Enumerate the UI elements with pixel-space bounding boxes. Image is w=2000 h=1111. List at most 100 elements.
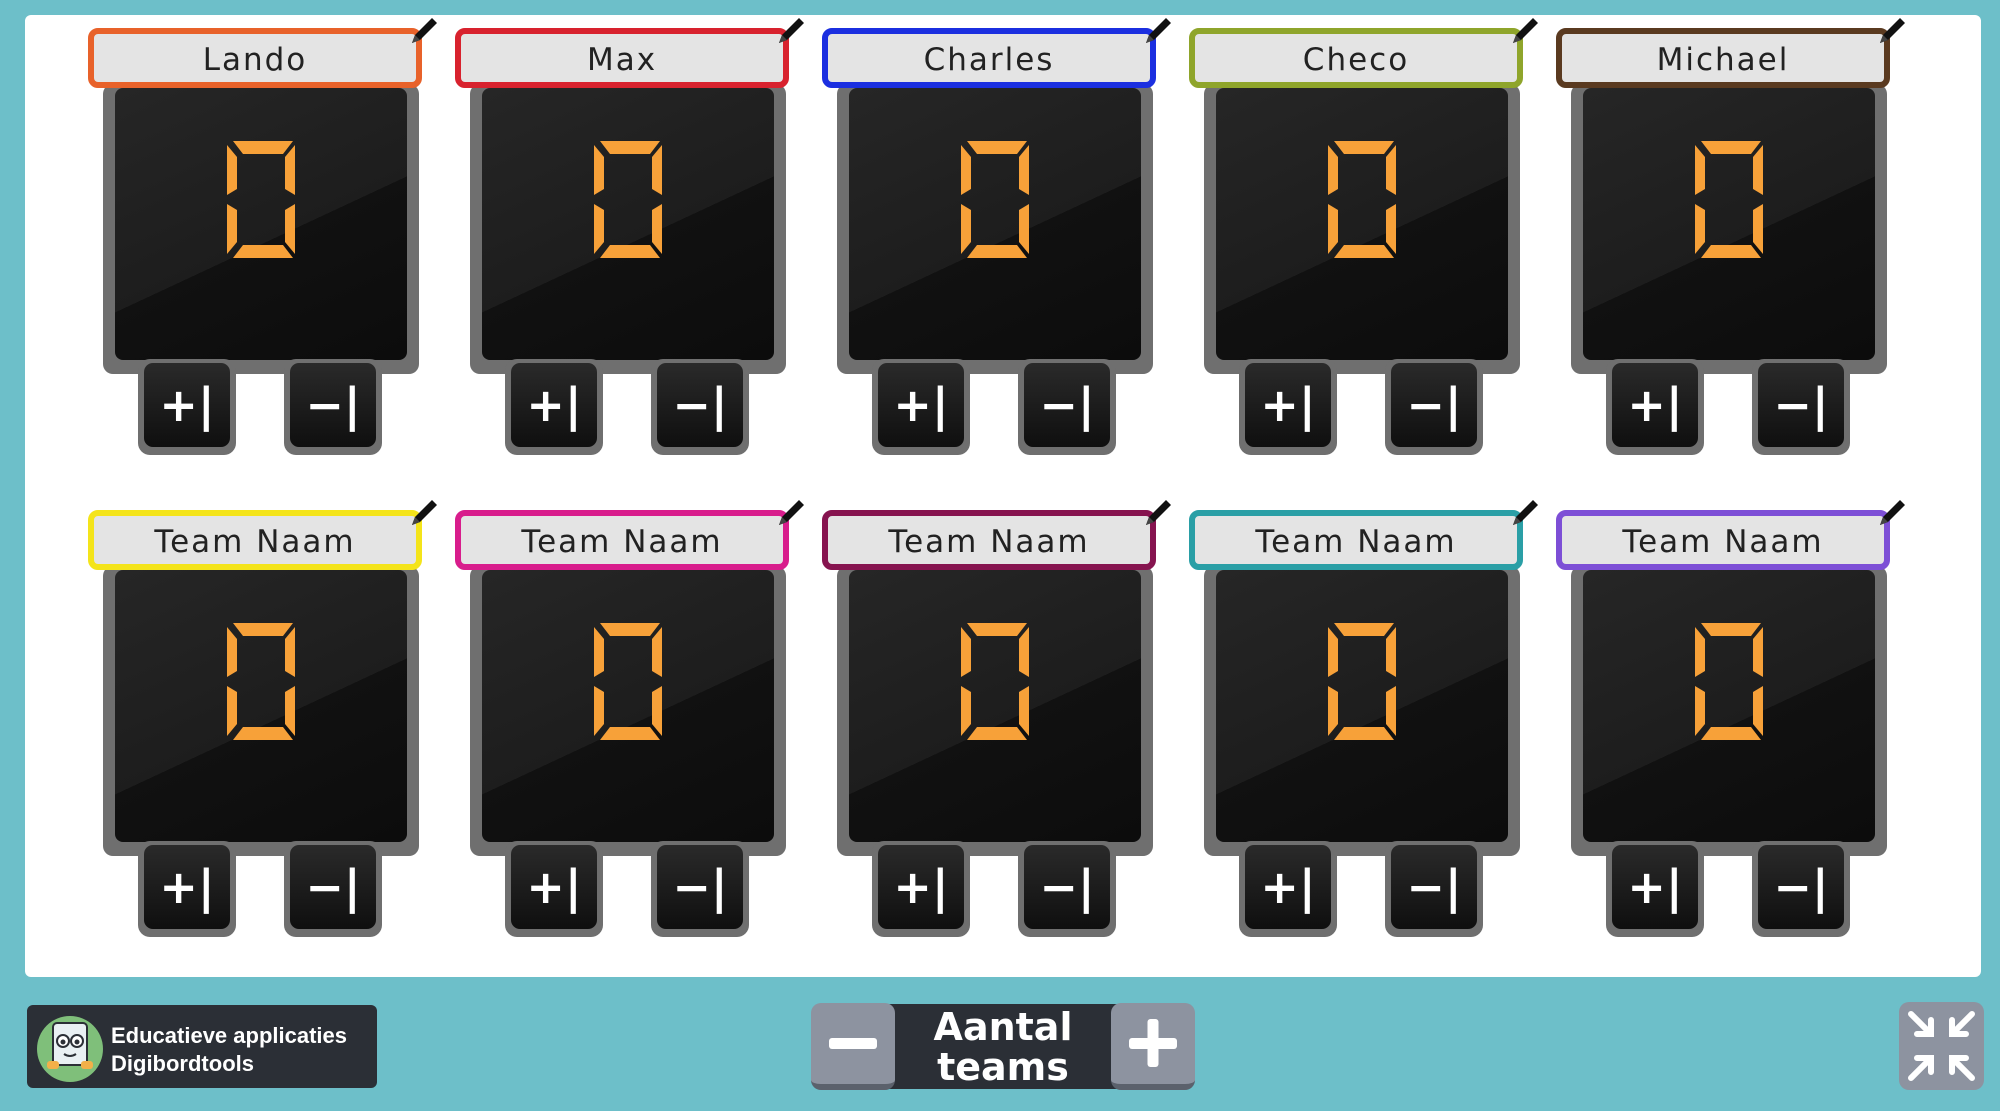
digit-segment-e bbox=[594, 204, 604, 254]
score-display bbox=[1571, 84, 1887, 374]
digit-segment-c bbox=[1019, 686, 1029, 736]
digit-segment-b bbox=[285, 145, 295, 195]
digit-segment-b bbox=[1386, 627, 1396, 677]
pencil-icon[interactable] bbox=[1140, 497, 1174, 531]
score-digit bbox=[1328, 141, 1396, 258]
digit-segment-d bbox=[967, 727, 1027, 740]
digit-segment-c bbox=[1753, 204, 1763, 254]
brand-badge[interactable]: Educatieve applicaties Digibordtools bbox=[27, 1005, 377, 1088]
digit-segment-a bbox=[1334, 623, 1394, 636]
team-card: Team Naam +| −| bbox=[1556, 497, 1905, 937]
decrease-score-button[interactable]: −| bbox=[1385, 841, 1483, 937]
digit-segment-f bbox=[594, 627, 604, 677]
team-card: Team Naam +| −| bbox=[88, 497, 437, 937]
score-digit bbox=[961, 141, 1029, 258]
team-card: Max +| −| bbox=[455, 15, 804, 455]
team-name-field[interactable]: Team Naam bbox=[822, 510, 1156, 570]
digit-segment-f bbox=[1695, 145, 1705, 195]
pencil-icon[interactable] bbox=[1507, 15, 1541, 49]
decrease-score-button[interactable]: −| bbox=[1752, 359, 1850, 455]
team-card: Team Naam +| −| bbox=[1189, 497, 1538, 937]
score-display bbox=[470, 84, 786, 374]
digit-segment-f bbox=[227, 627, 237, 677]
increase-score-button[interactable]: +| bbox=[872, 841, 970, 937]
team-name-field[interactable]: Team Naam bbox=[88, 510, 422, 570]
increase-score-button[interactable]: +| bbox=[138, 841, 236, 937]
score-display bbox=[837, 84, 1153, 374]
pencil-icon[interactable] bbox=[406, 497, 440, 531]
digit-segment-d bbox=[967, 245, 1027, 258]
team-card: Checo +| −| bbox=[1189, 15, 1538, 455]
digit-segment-a bbox=[1334, 141, 1394, 154]
score-digit bbox=[1695, 141, 1763, 258]
score-digit bbox=[594, 623, 662, 740]
team-name-field[interactable]: Charles bbox=[822, 28, 1156, 88]
digit-segment-e bbox=[1695, 686, 1705, 736]
score-display bbox=[1571, 566, 1887, 856]
digit-segment-e bbox=[594, 686, 604, 736]
decrease-score-button[interactable]: −| bbox=[1752, 841, 1850, 937]
digit-segment-a bbox=[600, 141, 660, 154]
increase-score-button[interactable]: +| bbox=[1239, 841, 1337, 937]
score-digit bbox=[1695, 623, 1763, 740]
increase-score-button[interactable]: +| bbox=[138, 359, 236, 455]
decrease-score-button[interactable]: −| bbox=[651, 359, 749, 455]
remove-team-button[interactable] bbox=[811, 1003, 895, 1090]
score-display bbox=[103, 566, 419, 856]
pencil-icon[interactable] bbox=[773, 15, 807, 49]
decrease-score-button[interactable]: −| bbox=[651, 841, 749, 937]
pencil-icon[interactable] bbox=[406, 15, 440, 49]
pencil-icon[interactable] bbox=[1507, 497, 1541, 531]
digit-segment-b bbox=[1019, 627, 1029, 677]
book-mascot-icon bbox=[37, 1016, 103, 1082]
increase-score-button[interactable]: +| bbox=[872, 359, 970, 455]
increase-score-button[interactable]: +| bbox=[1239, 359, 1337, 455]
increase-score-button[interactable]: +| bbox=[505, 841, 603, 937]
fullscreen-button[interactable] bbox=[1899, 1002, 1984, 1090]
increase-score-button[interactable]: +| bbox=[1606, 359, 1704, 455]
digit-segment-f bbox=[1328, 627, 1338, 677]
decrease-score-button[interactable]: −| bbox=[1385, 359, 1483, 455]
digit-segment-f bbox=[594, 145, 604, 195]
increase-score-button[interactable]: +| bbox=[505, 359, 603, 455]
score-display bbox=[1204, 84, 1520, 374]
digit-segment-f bbox=[227, 145, 237, 195]
decrease-score-button[interactable]: −| bbox=[1018, 359, 1116, 455]
decrease-score-button[interactable]: −| bbox=[284, 359, 382, 455]
digit-segment-a bbox=[233, 141, 293, 154]
pencil-icon[interactable] bbox=[773, 497, 807, 531]
score-digit bbox=[961, 623, 1029, 740]
digit-segment-d bbox=[1334, 727, 1394, 740]
digit-segment-c bbox=[285, 686, 295, 736]
score-digit bbox=[227, 623, 295, 740]
team-name-field[interactable]: Team Naam bbox=[455, 510, 789, 570]
team-name-field[interactable]: Max bbox=[455, 28, 789, 88]
digit-segment-a bbox=[1701, 623, 1761, 636]
team-count-label-line-1: Aantal bbox=[933, 1004, 1073, 1049]
increase-score-button[interactable]: +| bbox=[1606, 841, 1704, 937]
digit-segment-e bbox=[1328, 204, 1338, 254]
team-name-field[interactable]: Checo bbox=[1189, 28, 1523, 88]
team-name-field[interactable]: Team Naam bbox=[1556, 510, 1890, 570]
score-digit bbox=[1328, 623, 1396, 740]
digit-segment-c bbox=[1019, 204, 1029, 254]
add-team-button[interactable] bbox=[1111, 1003, 1195, 1090]
digit-segment-d bbox=[600, 727, 660, 740]
digit-segment-b bbox=[1753, 145, 1763, 195]
decrease-score-button[interactable]: −| bbox=[284, 841, 382, 937]
pencil-icon[interactable] bbox=[1874, 497, 1908, 531]
digit-segment-f bbox=[961, 145, 971, 195]
digit-segment-f bbox=[961, 627, 971, 677]
fullscreen-exit-icon bbox=[1908, 1011, 1975, 1081]
decrease-score-button[interactable]: −| bbox=[1018, 841, 1116, 937]
pencil-icon[interactable] bbox=[1140, 15, 1174, 49]
team-name-field[interactable]: Michael bbox=[1556, 28, 1890, 88]
score-display bbox=[837, 566, 1153, 856]
team-count-label: Aantal teams bbox=[881, 1004, 1125, 1089]
team-name-field[interactable]: Team Naam bbox=[1189, 510, 1523, 570]
team-name-field[interactable]: Lando bbox=[88, 28, 422, 88]
digit-segment-d bbox=[233, 727, 293, 740]
pencil-icon[interactable] bbox=[1874, 15, 1908, 49]
team-count-control: Aantal teams bbox=[811, 1003, 1195, 1090]
digit-segment-e bbox=[961, 686, 971, 736]
